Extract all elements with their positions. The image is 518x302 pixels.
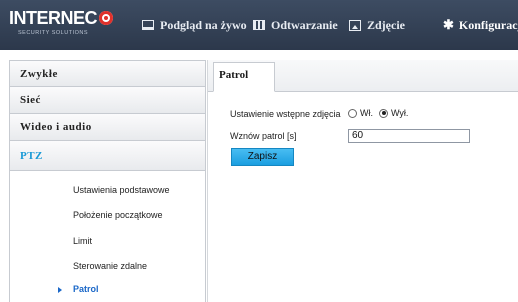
nav-configuration-label: Konfiguracja <box>458 17 518 32</box>
sidebar-item-ptz[interactable]: PTZ <box>9 141 206 171</box>
preset-radio-group: Wł. Wył. <box>348 108 414 118</box>
save-button[interactable]: Zapisz <box>231 148 294 166</box>
submenu-patrol[interactable]: Patrol <box>73 284 99 294</box>
submenu-remote-control[interactable]: Sterowanie zdalne <box>73 261 147 271</box>
gear-icon: ✱ <box>443 17 454 32</box>
nav-playback[interactable]: Odtwarzanie <box>253 17 338 33</box>
resume-patrol-input[interactable]: 60 <box>348 129 470 143</box>
sidebar-item-network[interactable]: Sieć <box>9 87 206 114</box>
nav-live-view-label: Podgląd na żywo <box>160 17 247 32</box>
tab-strip: Patrol <box>208 60 518 92</box>
nav-configuration[interactable]: ✱ Konfiguracja <box>443 17 518 33</box>
logo-dot-icon <box>99 11 114 25</box>
film-icon <box>253 20 265 30</box>
radio-off-label: Wył. <box>391 108 409 118</box>
submenu-limit[interactable]: Limit <box>73 236 92 246</box>
radio-off[interactable] <box>379 108 388 118</box>
nav-live-view[interactable]: Podgląd na żywo <box>142 17 247 33</box>
tab-patrol[interactable]: Patrol <box>213 62 275 92</box>
submenu-initial-position[interactable]: Położenie początkowe <box>73 210 163 220</box>
preset-label: Ustawienie wstępne zdjęcia <box>230 109 341 119</box>
ptz-submenu: Ustawienia podstawowe Położenie początko… <box>9 171 206 302</box>
nav-picture-label: Zdjęcie <box>367 17 405 32</box>
settings-sidebar: Zwykłe Sieć Wideo i audio PTZ Ustawienia… <box>9 60 206 302</box>
sidebar-item-general[interactable]: Zwykłe <box>9 60 206 87</box>
radio-on[interactable] <box>348 108 357 118</box>
top-navigation-bar: INTERNEC SECURITY SOLUTIONS Podgląd na ż… <box>0 0 518 50</box>
resume-patrol-label: Wznów patrol [s] <box>230 131 297 141</box>
main-content: Patrol Ustawienie wstępne zdjęcia Wł. Wy… <box>207 60 518 302</box>
brand-logo: INTERNEC SECURITY SOLUTIONS <box>8 6 124 44</box>
picture-icon <box>349 19 361 31</box>
monitor-icon <box>142 20 154 30</box>
caret-right-icon <box>58 287 62 293</box>
nav-picture[interactable]: Zdjęcie <box>349 17 405 33</box>
submenu-basic-settings[interactable]: Ustawienia podstawowe <box>73 185 170 195</box>
radio-on-label: Wł. <box>360 108 373 118</box>
nav-playback-label: Odtwarzanie <box>271 17 338 32</box>
sidebar-item-video-audio[interactable]: Wideo i audio <box>9 114 206 141</box>
